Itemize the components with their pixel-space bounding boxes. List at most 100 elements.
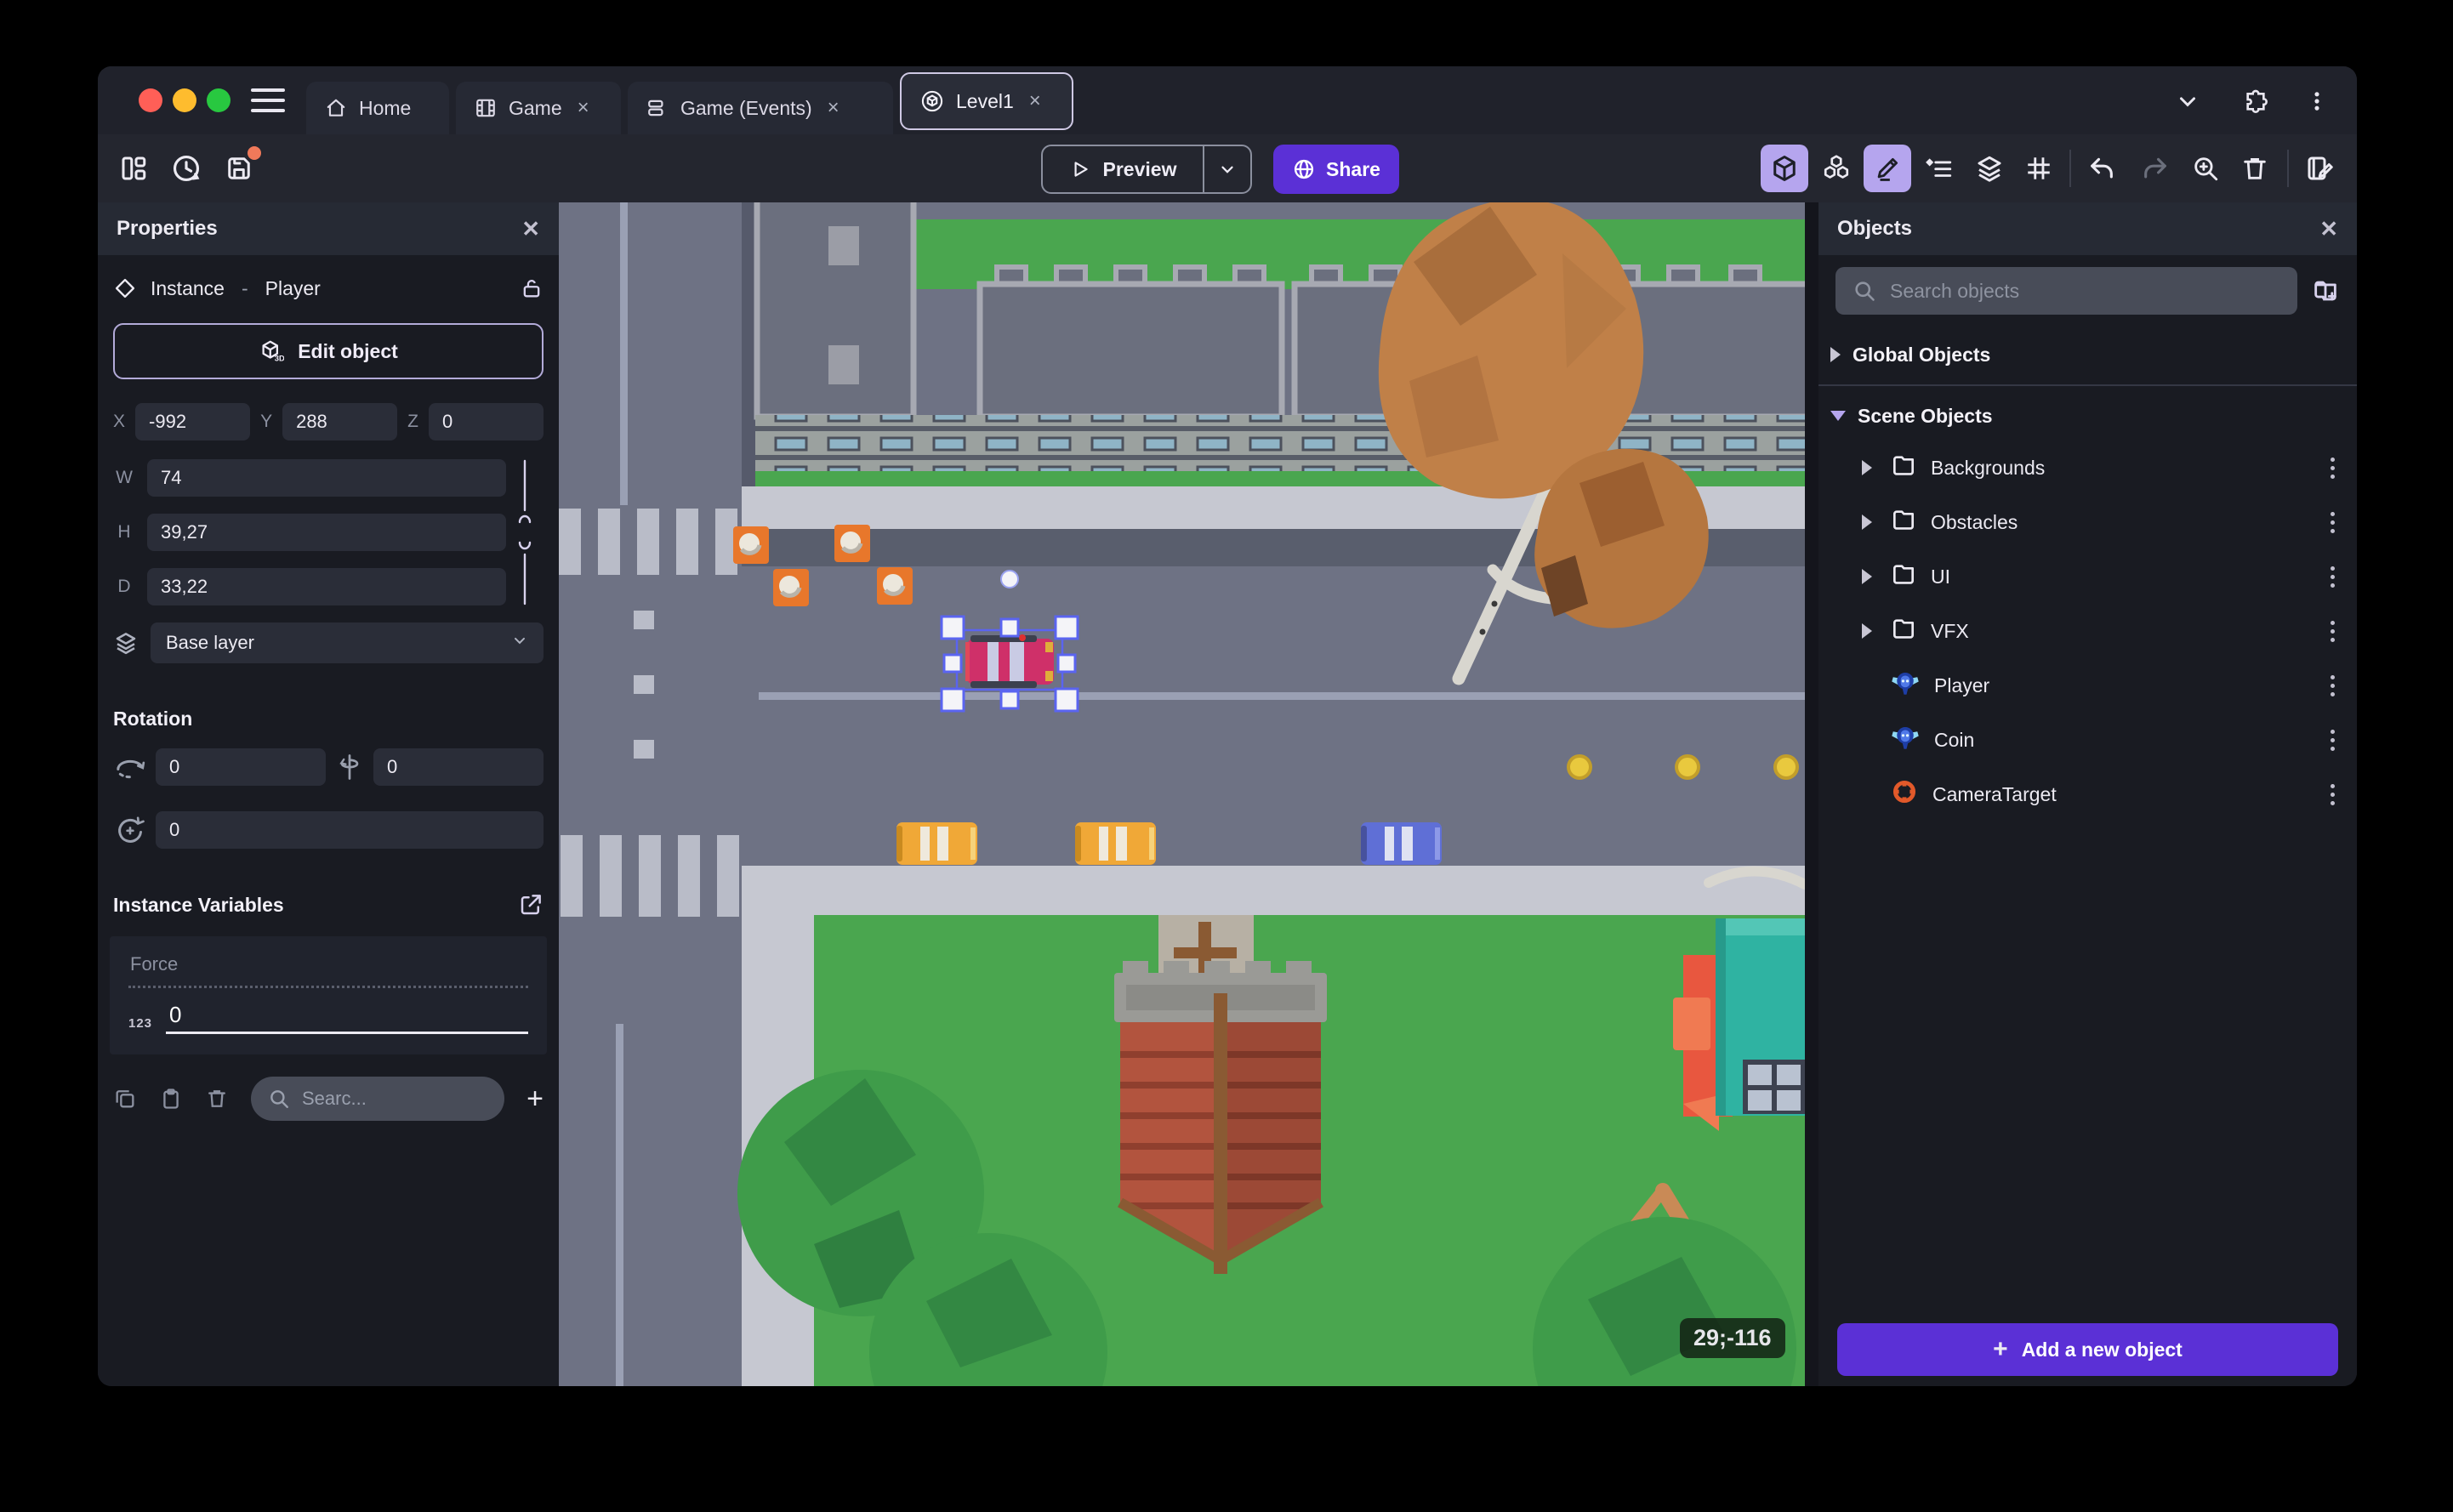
copy-icon[interactable] (113, 1087, 137, 1111)
global-objects-group[interactable]: Global Objects (1818, 333, 2357, 376)
zoom-in-icon[interactable] (2182, 145, 2229, 192)
link-dimensions-icon[interactable] (514, 459, 536, 605)
extensions-icon[interactable] (2240, 85, 2272, 117)
view-3d-icon[interactable] (1761, 145, 1808, 192)
share-label: Share (1326, 157, 1380, 180)
tab-close-icon[interactable]: × (828, 96, 839, 120)
expand-chevron-icon[interactable] (1858, 569, 1876, 584)
object-label: CameraTarget (1932, 782, 2057, 805)
cursor-coordinates-badge: 29;-116 (1680, 1318, 1785, 1358)
browser-menu-icon[interactable] (2301, 85, 2333, 117)
objects-title: Objects (1837, 217, 1913, 240)
svg-text:3D: 3D (275, 354, 284, 362)
open-in-new-icon[interactable] (518, 892, 544, 918)
rotation-z-field[interactable]: 0 (156, 811, 544, 849)
kebab-menu-icon[interactable] (2325, 561, 2340, 593)
object-tree-item[interactable]: VFX (1818, 604, 2357, 658)
layout-panels-icon[interactable] (110, 145, 157, 192)
tab-level1[interactable]: Level1 × (900, 72, 1073, 130)
add-folder-icon[interactable] (2311, 276, 2340, 305)
tab-home[interactable]: Home (306, 82, 449, 134)
save-icon[interactable] (215, 145, 263, 192)
objects-blocks-icon[interactable] (1813, 145, 1860, 192)
kebab-menu-icon[interactable] (2325, 725, 2340, 756)
main-menu-icon[interactable] (251, 87, 285, 114)
yellow-car-instance[interactable] (1075, 822, 1156, 865)
paste-icon[interactable] (159, 1087, 183, 1111)
add-object-button[interactable]: + Add a new object (1837, 1323, 2338, 1376)
tower-obstacle[interactable] (1114, 915, 1327, 1274)
edit-mode-pencil-icon[interactable] (1864, 145, 1911, 192)
tab-close-icon[interactable]: × (578, 96, 589, 120)
minimize-window-button[interactable] (173, 88, 196, 112)
expand-chevron-icon[interactable] (1858, 460, 1876, 475)
maximize-window-button[interactable] (207, 88, 231, 112)
delete-icon[interactable] (2231, 145, 2279, 192)
search-placeholder: Search objects (1890, 279, 2020, 302)
kebab-menu-icon[interactable] (2325, 507, 2340, 538)
y-field[interactable]: 288 (282, 403, 398, 441)
z-field[interactable]: 0 (428, 403, 544, 441)
plus-icon: + (1993, 1335, 2008, 1363)
depth-field[interactable]: 33,22 (147, 568, 506, 605)
selected-player-instance[interactable] (965, 634, 1054, 688)
scene-editor-canvas[interactable]: 29;-116 (559, 202, 1805, 1386)
events-sheet-icon (648, 99, 663, 117)
object-tree-item[interactable]: Obstacles (1818, 495, 2357, 549)
add-variable-icon[interactable]: + (526, 1084, 544, 1113)
redo-icon[interactable] (2131, 145, 2179, 192)
scene-objects-group[interactable]: Scene Objects (1818, 395, 2357, 437)
scene-cube-icon (921, 90, 943, 112)
rotation-title: Rotation (113, 708, 193, 730)
grid-icon[interactable] (2015, 145, 2063, 192)
object-tree-item[interactable]: Backgrounds (1818, 441, 2357, 495)
unlock-icon[interactable] (520, 276, 544, 300)
tab-game-events[interactable]: Game (Events) × (628, 82, 893, 134)
collapse-tabs-icon[interactable] (2171, 85, 2204, 117)
trash-icon[interactable] (205, 1087, 229, 1111)
objects-search-input[interactable]: Search objects (1835, 267, 2297, 315)
variables-search-input[interactable]: Searc... (251, 1077, 505, 1121)
kebab-menu-icon[interactable] (2325, 779, 2340, 810)
rotation-y-field[interactable]: 0 (373, 748, 544, 786)
preview-button[interactable]: Preview (1043, 146, 1203, 192)
object-tree-item[interactable]: Coin (1818, 713, 2357, 767)
close-objects-icon[interactable]: ✕ (2319, 216, 2338, 242)
x-field[interactable]: -992 (135, 403, 251, 441)
close-properties-icon[interactable]: ✕ (521, 216, 540, 242)
object-tree-item[interactable]: UI (1818, 549, 2357, 604)
rotation-x-field[interactable]: 0 (156, 748, 326, 786)
globe-icon (1294, 159, 1314, 179)
object-3d-icon (1890, 668, 1921, 703)
undo-icon[interactable] (2078, 145, 2126, 192)
kebab-menu-icon[interactable] (2325, 616, 2340, 647)
layers-icon[interactable] (1966, 145, 2013, 192)
kebab-menu-icon[interactable] (2325, 670, 2340, 702)
layer-select[interactable]: Base layer (151, 622, 544, 663)
editor-toolbar: Preview Share (98, 134, 2357, 202)
edit-object-label: Edit object (298, 339, 398, 362)
rotation-handle[interactable] (1000, 570, 1019, 588)
preview-options-dropdown[interactable] (1203, 146, 1250, 192)
instance-diamond-icon (115, 278, 135, 298)
scene-properties-icon[interactable] (2296, 145, 2343, 192)
tab-game[interactable]: Game × (456, 82, 621, 134)
height-field[interactable]: 39,27 (147, 514, 506, 551)
yellow-car-instance[interactable] (896, 822, 977, 865)
expand-chevron-icon[interactable] (1858, 623, 1876, 639)
blue-car-instance[interactable] (1361, 822, 1442, 865)
instances-list-icon[interactable] (1915, 145, 1963, 192)
variable-value-field[interactable]: 0 (166, 1002, 528, 1034)
kebab-menu-icon[interactable] (2325, 452, 2340, 484)
rotate-y-icon (339, 754, 359, 780)
share-button[interactable]: Share (1273, 145, 1399, 194)
object-tree-item[interactable]: CameraTarget (1818, 767, 2357, 821)
width-field[interactable]: 74 (147, 459, 506, 497)
edit-object-button[interactable]: 3D Edit object (113, 323, 544, 379)
expand-chevron-icon[interactable] (1858, 514, 1876, 530)
version-history-icon[interactable] (162, 145, 210, 192)
variable-name[interactable]: Force (128, 950, 528, 988)
tab-close-icon[interactable]: × (1029, 89, 1041, 113)
close-window-button[interactable] (139, 88, 162, 112)
object-tree-item[interactable]: Player (1818, 658, 2357, 713)
